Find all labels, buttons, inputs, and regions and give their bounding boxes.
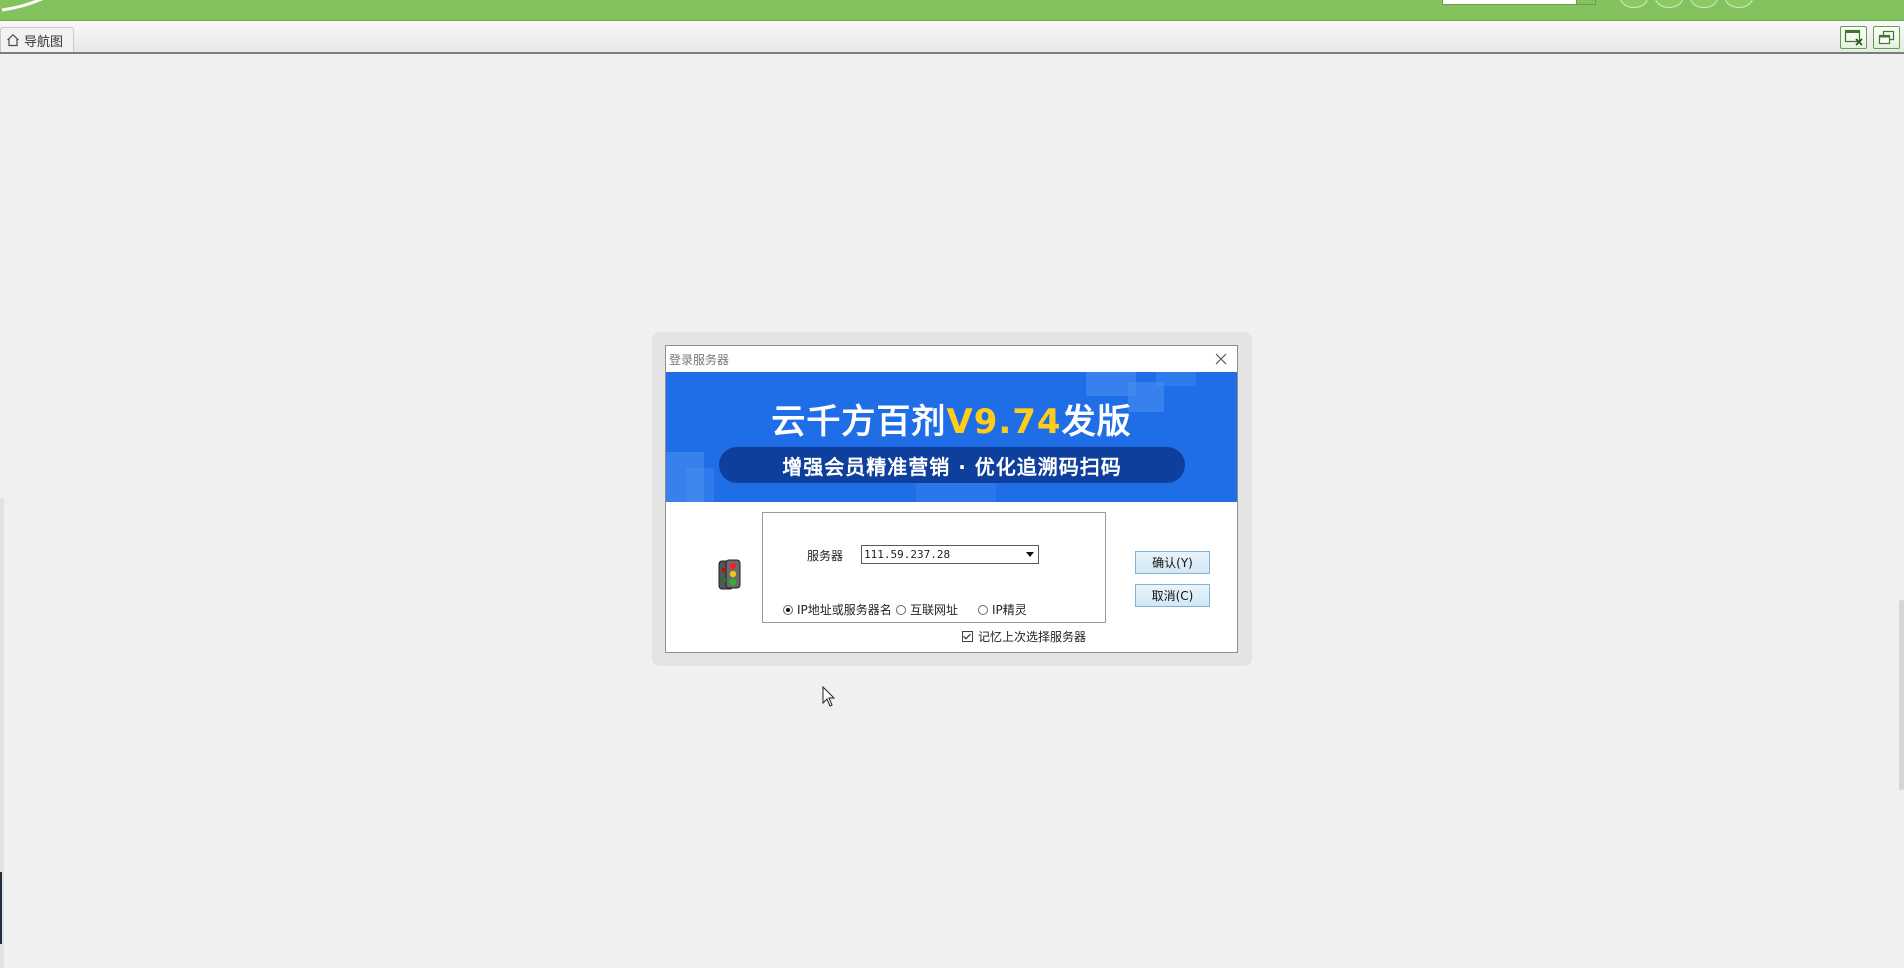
tab-navigation-map-label: 导航图 — [24, 34, 64, 50]
server-combobox[interactable]: 111.59.237.28 — [861, 545, 1039, 564]
banner-title-version: V9.74 — [946, 402, 1062, 442]
mouse-cursor-icon — [822, 686, 836, 707]
radio-ip-wizard[interactable]: IP精灵 — [978, 601, 1027, 618]
confirm-button[interactable]: 确认(Y) — [1135, 551, 1210, 574]
radio-ip-or-server-name-label: IP地址或服务器名 — [797, 603, 892, 617]
close-windows-icon — [1844, 29, 1863, 46]
tab-navigation-map[interactable]: 导航图 — [0, 27, 74, 52]
logo-swoosh-icon — [1, 0, 44, 12]
promo-banner: 云千方百剂V9.74发版 增强会员精准营销 · 优化追溯码扫码 — [666, 372, 1237, 502]
top-circle-button-4[interactable] — [1725, 0, 1753, 8]
remember-server-checkbox[interactable]: 记忆上次选择服务器 — [962, 628, 1086, 645]
traffic-light-icon — [718, 559, 741, 590]
top-circle-button-1[interactable] — [1620, 0, 1648, 8]
radio-internet-address-label: 互联网址 — [910, 603, 959, 617]
radio-ip-wizard-dot[interactable] — [978, 604, 988, 615]
close-icon — [1215, 353, 1227, 365]
app-topbar — [0, 0, 1904, 21]
top-circle-button-2[interactable] — [1655, 0, 1683, 8]
banner-title: 云千方百剂V9.74发版 — [666, 394, 1237, 443]
banner-title-prefix: 云千方百剂 — [771, 402, 947, 442]
right-scrollbar[interactable] — [1899, 600, 1904, 790]
radio-ip-or-server-name[interactable]: IP地址或服务器名 — [783, 601, 892, 618]
remember-server-checkbox-box[interactable] — [962, 631, 973, 642]
server-group-box: 服务器 111.59.237.28 IP地址或服务器名 互联网址 IP精灵 — [762, 512, 1106, 623]
server-label: 服务器 — [807, 549, 844, 563]
banner-title-suffix: 发版 — [1061, 402, 1132, 442]
top-search-dropdown[interactable] — [1576, 0, 1596, 5]
cancel-button[interactable]: 取消(C) — [1135, 584, 1210, 607]
top-circle-button-3[interactable] — [1690, 0, 1718, 8]
left-edge-marker — [0, 872, 2, 944]
server-combobox-value: 111.59.237.28 — [864, 548, 951, 561]
close-windows-button[interactable] — [1840, 26, 1867, 49]
radio-ip-wizard-label: IP精灵 — [992, 603, 1027, 617]
dialog-close-button[interactable] — [1211, 349, 1231, 369]
remember-server-label: 记忆上次选择服务器 — [978, 630, 1087, 644]
home-icon — [7, 33, 19, 47]
banner-subtitle: 增强会员精准营销 · 优化追溯码扫码 — [719, 447, 1185, 483]
radio-internet-address-dot[interactable] — [896, 604, 906, 615]
radio-ip-or-server-name-dot[interactable] — [783, 604, 793, 615]
dialog-titlebar[interactable]: 登录服务器 — [666, 346, 1237, 372]
restore-window-button[interactable] — [1873, 26, 1900, 49]
login-server-dialog: 登录服务器 云千方百剂V9.74发版 增强会员精准营销 · 优化追溯码扫码 服务… — [665, 345, 1238, 653]
restore-window-icon — [1878, 30, 1894, 44]
dialog-title: 登录服务器 — [669, 353, 730, 367]
chevron-down-icon[interactable] — [1026, 552, 1034, 557]
top-search-input[interactable] — [1442, 0, 1577, 5]
radio-internet-address[interactable]: 互联网址 — [896, 601, 958, 618]
tab-strip: 导航图 — [0, 21, 1904, 54]
